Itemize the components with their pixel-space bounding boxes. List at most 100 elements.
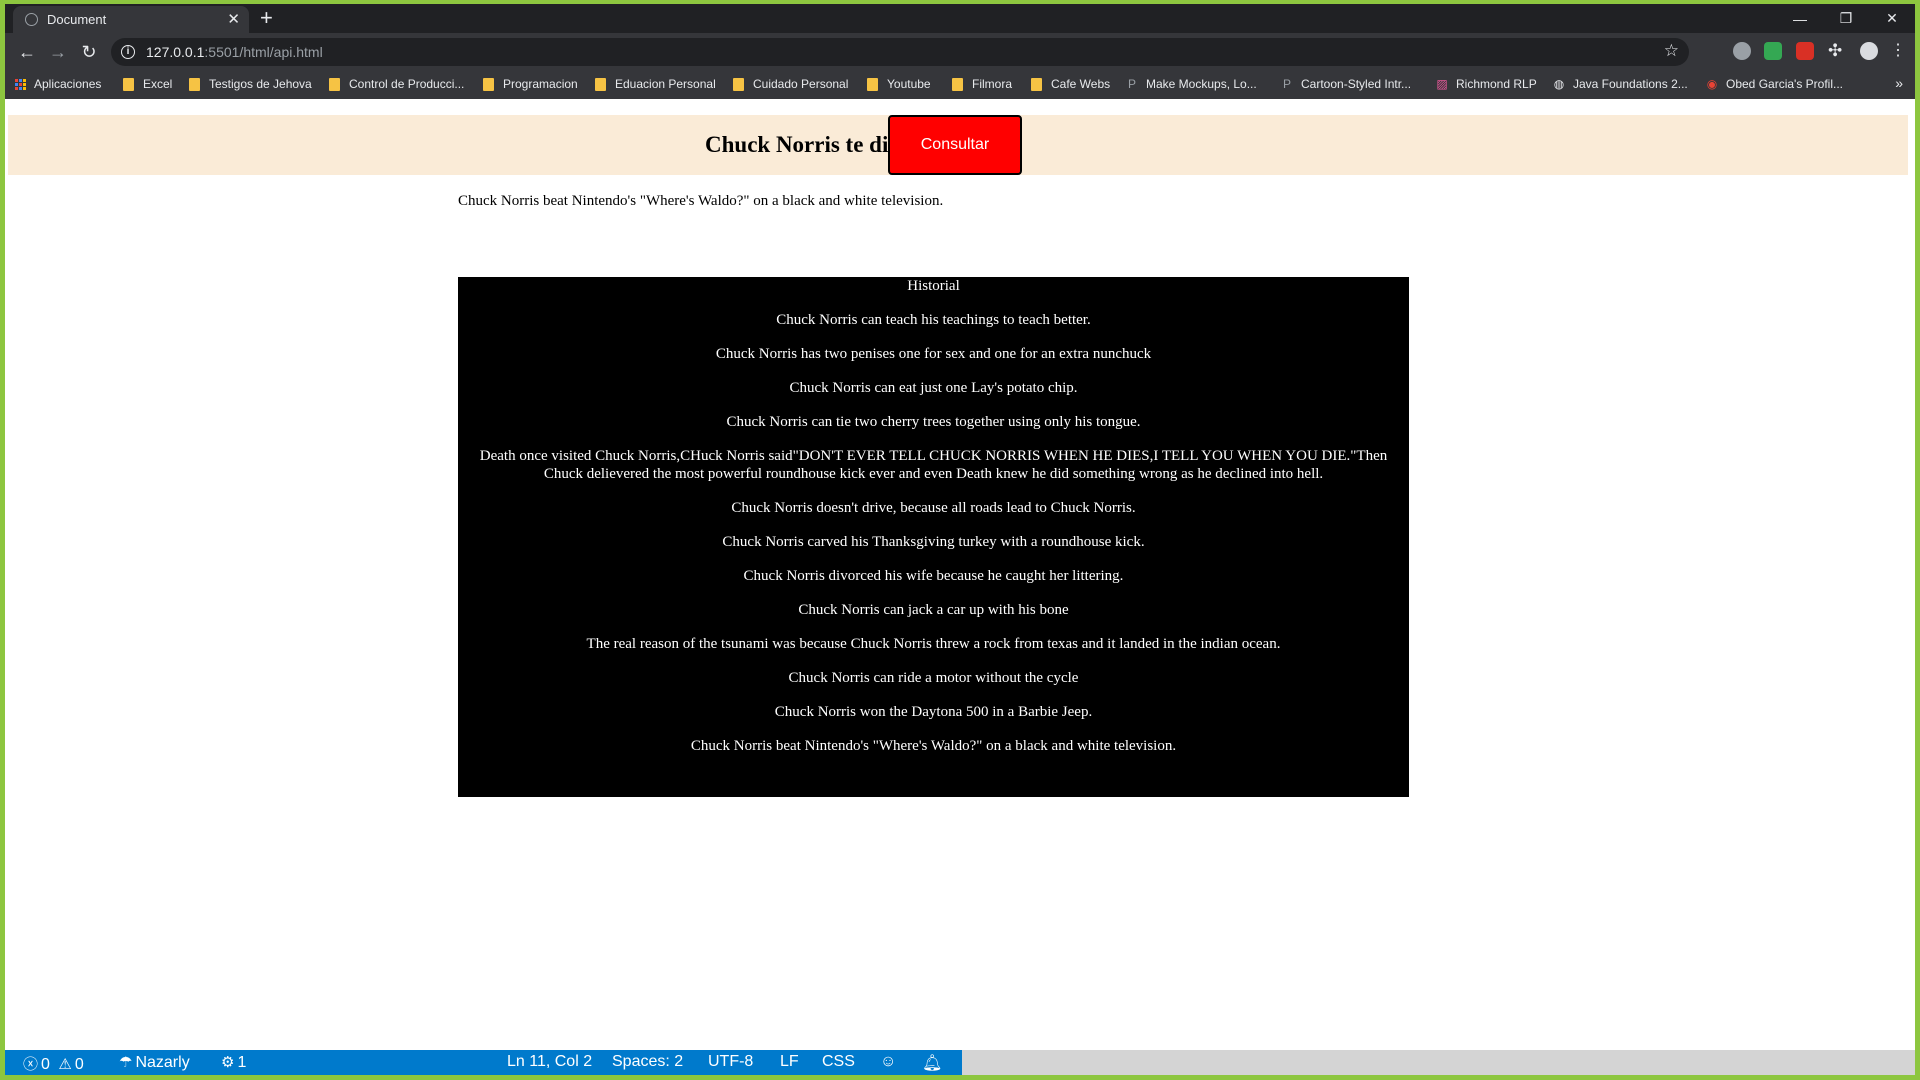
- tab-document[interactable]: Document ✕: [13, 6, 249, 33]
- bookmark-java[interactable]: ◍ Java Foundations 2...: [1552, 77, 1688, 91]
- bookmark-programacion[interactable]: Programacion: [483, 77, 578, 91]
- bookmark-label: Richmond RLP: [1456, 77, 1537, 91]
- globe-icon: ◍: [1553, 77, 1565, 91]
- extension-compass-icon[interactable]: [1733, 42, 1751, 60]
- line-ending[interactable]: LF: [780, 1053, 799, 1071]
- user-name: Nazarly: [135, 1054, 190, 1071]
- bookmark-label: Cafe Webs: [1051, 77, 1111, 91]
- folder-icon: [952, 77, 963, 91]
- bookmark-label: Make Mockups, Lo...: [1146, 77, 1257, 91]
- folder-icon: [595, 77, 606, 91]
- bookmark-label: Aplicaciones: [34, 77, 102, 91]
- historial-item: The real reason of the tsunami was becau…: [586, 636, 1281, 652]
- page-title: Chuck Norris te dice:: [705, 132, 917, 157]
- bookmark-cuidado[interactable]: Cuidado Personal: [733, 77, 848, 91]
- back-arrow-icon[interactable]: ←: [13, 38, 41, 66]
- apps-icon: [15, 78, 26, 90]
- folder-icon: [1031, 77, 1042, 91]
- folder-icon: [123, 77, 134, 91]
- forward-arrow-icon[interactable]: →: [44, 38, 72, 66]
- bookmark-excel[interactable]: Excel: [123, 77, 172, 91]
- bookmark-cartoon[interactable]: P Cartoon-Styled Intr...: [1280, 77, 1411, 91]
- page-content: Chuck Norris te dice: Consultar Chuck No…: [5, 99, 1915, 1050]
- consultar-button[interactable]: Consultar: [888, 115, 1022, 175]
- historial-item: Chuck Norris doesn't drive, because all …: [731, 500, 1136, 516]
- reload-icon[interactable]: ↻: [75, 38, 103, 66]
- bell-icon[interactable]: 🔔︎: [922, 1053, 942, 1073]
- bookmark-label: Java Foundations 2...: [1573, 77, 1688, 91]
- language-mode[interactable]: CSS: [822, 1053, 855, 1071]
- ports-indicator[interactable]: ⚙ 1: [221, 1053, 246, 1072]
- warning-count: 0: [74, 1056, 84, 1073]
- folder-icon: [483, 77, 494, 91]
- pdf-extension-icon[interactable]: [1796, 42, 1814, 60]
- bookmark-control[interactable]: Control de Producci...: [329, 77, 464, 91]
- bookmark-eduacion[interactable]: Eduacion Personal: [595, 77, 716, 91]
- bookmark-label: Excel: [143, 77, 173, 91]
- kebab-menu-icon[interactable]: ⋮: [1890, 42, 1908, 60]
- folder-icon: [189, 77, 200, 91]
- historial-item: Chuck Norris can ride a motor without th…: [788, 670, 1079, 686]
- site-icon: P: [1127, 77, 1136, 91]
- historial-item: Chuck Norris can eat just one Lay's pota…: [789, 380, 1078, 396]
- historial-item: Chuck Norris beat Nintendo's "Where's Wa…: [690, 738, 1177, 754]
- bookmark-filmora[interactable]: Filmora: [952, 77, 1012, 91]
- url-host: 127.0.0.1: [146, 44, 205, 60]
- cursor-position[interactable]: Ln 11, Col 2: [507, 1053, 592, 1071]
- bookmark-obed[interactable]: ◉ Obed Garcia's Profil...: [1705, 77, 1843, 91]
- error-count: 0: [41, 1056, 50, 1073]
- minimize-icon[interactable]: —: [1777, 4, 1823, 33]
- bookmark-label: Eduacion Personal: [615, 77, 716, 91]
- current-joke: Chuck Norris beat Nintendo's "Where's Wa…: [458, 193, 944, 209]
- bookmark-richmond[interactable]: ▨ Richmond RLP: [1435, 77, 1537, 91]
- bookmark-testigos[interactable]: Testigos de Jehova: [189, 77, 312, 91]
- problems-indicator[interactable]: ⓧ 0 ⚠ 0: [23, 1053, 84, 1074]
- info-icon[interactable]: i: [121, 45, 135, 59]
- bookmark-label: Testigos de Jehova: [209, 77, 312, 91]
- browser-toolbar: ← → ↻ i 127.0.0.1:5501/html/api.html ☆ ✣…: [5, 33, 1915, 71]
- warning-icon: ⚠: [58, 1056, 72, 1073]
- status-bar: ⓧ 0 ⚠ 0 ☂ Nazarly ⚙ 1 Ln 11, Col 2 Spaces: 2…: [5, 1050, 1915, 1075]
- header-bar: Chuck Norris te dice: Consultar: [8, 115, 1908, 175]
- historial-list: Chuck Norris can teach his teachings to …: [458, 311, 1409, 755]
- bookmark-make-mockups[interactable]: P Make Mockups, Lo...: [1125, 77, 1257, 91]
- broadcast-icon: ☂: [119, 1054, 133, 1071]
- bookmark-label: Programacion: [503, 77, 578, 91]
- feedback-icon[interactable]: ☺: [880, 1053, 896, 1071]
- historial-item: Death once visited Chuck Norris,CHuck No…: [479, 448, 1388, 482]
- profile-avatar-icon[interactable]: [1860, 42, 1878, 60]
- historial-item: Chuck Norris can teach his teachings to …: [776, 312, 1091, 328]
- url-path: :5501/html/api.html: [204, 44, 323, 60]
- bookmark-youtube[interactable]: Youtube: [867, 77, 931, 91]
- bookmark-label: Filmora: [972, 77, 1013, 91]
- extensions-puzzle-icon[interactable]: ✣: [1828, 42, 1846, 60]
- bookmark-label: Youtube: [887, 77, 931, 91]
- live-share-user[interactable]: ☂ Nazarly: [119, 1053, 190, 1072]
- chevron-more-icon[interactable]: »: [1895, 75, 1903, 91]
- error-icon: ⓧ: [23, 1056, 39, 1073]
- extension-green-icon[interactable]: [1764, 42, 1782, 60]
- historial-item: Chuck Norris can tie two cherry trees to…: [726, 414, 1141, 430]
- address-bar[interactable]: i 127.0.0.1:5501/html/api.html ☆: [111, 38, 1689, 66]
- site-icon: ◉: [1706, 77, 1718, 91]
- globe-icon: [25, 13, 38, 26]
- historial-title: Historial: [907, 278, 960, 294]
- folder-icon: [733, 77, 744, 91]
- url-text: 127.0.0.1:5501/html/api.html: [146, 44, 323, 60]
- indentation[interactable]: Spaces: 2: [612, 1053, 683, 1071]
- close-icon[interactable]: ✕: [1869, 4, 1915, 33]
- window-controls: — ❐ ✕: [1777, 4, 1915, 33]
- ports-count: 1: [237, 1054, 247, 1071]
- encoding[interactable]: UTF-8: [708, 1053, 753, 1071]
- restore-icon[interactable]: ❐: [1823, 4, 1869, 33]
- new-tab-button[interactable]: +: [260, 6, 273, 30]
- close-tab-icon[interactable]: ✕: [227, 10, 240, 28]
- tab-strip: Document ✕ + — ❐ ✕: [5, 4, 1915, 33]
- bookmark-star-icon[interactable]: ☆: [1664, 41, 1679, 61]
- bookmark-cafe-webs[interactable]: Cafe Webs: [1031, 77, 1110, 91]
- historial-item: Chuck Norris has two penises one for sex…: [715, 346, 1152, 362]
- bookmark-label: Control de Producci...: [349, 77, 465, 91]
- historial-item: Chuck Norris won the Daytona 500 in a Ba…: [774, 704, 1093, 720]
- bookmark-label: Cuidado Personal: [753, 77, 849, 91]
- bookmark-aplicaciones[interactable]: Aplicaciones: [15, 77, 101, 91]
